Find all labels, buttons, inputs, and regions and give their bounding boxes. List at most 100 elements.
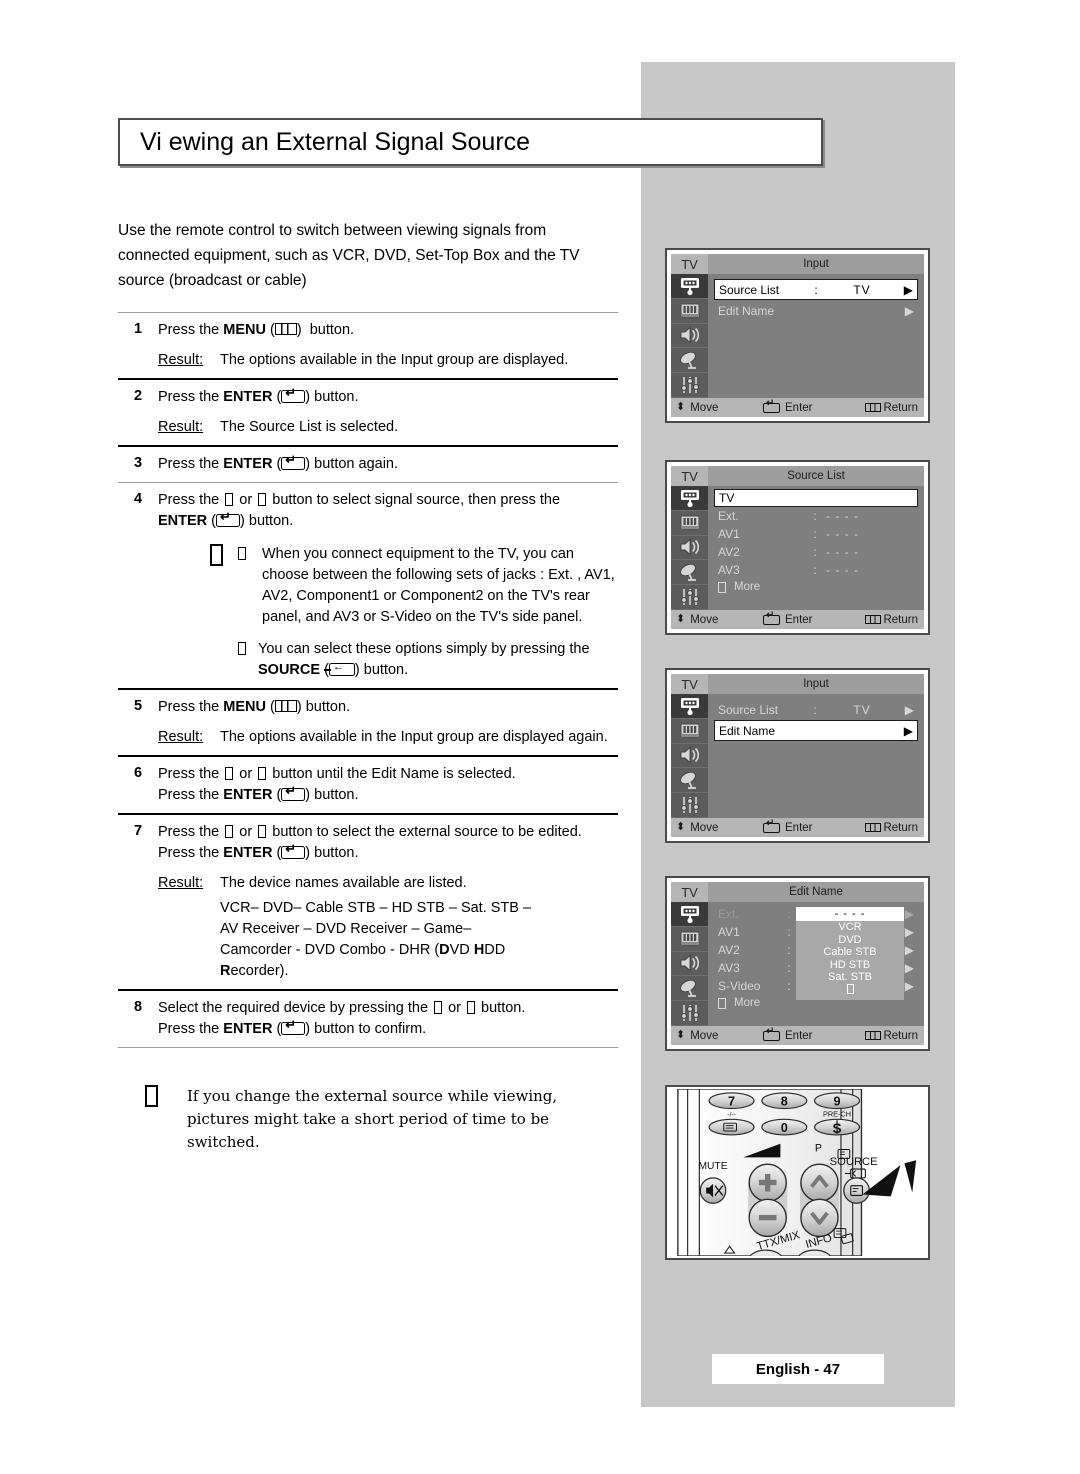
- enter-key-icon: [281, 453, 306, 470]
- osd-screen-input-edit-name: TV Input Source List: TV ▶ Edit Name ▶ …: [665, 668, 930, 843]
- sidebar-icon-input[interactable]: [671, 274, 708, 299]
- sidebar-icon-satellite[interactable]: [671, 560, 708, 586]
- osd-footer-move-label: Move: [690, 1029, 719, 1042]
- step-bold-key: MENU: [223, 699, 266, 715]
- dropdown-item-cable-stb[interactable]: Cable STB: [796, 946, 904, 959]
- up-down-arrow-icon: ⬍: [676, 613, 686, 625]
- remote-key-source[interactable]: [843, 1177, 870, 1204]
- up-down-arrow-icon: ⬍: [676, 821, 686, 833]
- osd-row-colon: :: [814, 282, 818, 297]
- osd-row-colon: :: [813, 545, 817, 559]
- osd-row-source-list[interactable]: Source List : TV ▶: [714, 699, 918, 720]
- osd-footer-enter-label: Enter: [785, 821, 813, 834]
- step-line2-pre: Press the: [158, 787, 224, 803]
- device-name-dropdown[interactable]: - - - - VCR DVD Cable STB HD STB Sat. ST…: [796, 907, 904, 1000]
- sidebar-icon-input[interactable]: [671, 902, 708, 927]
- dropdown-item-hd-stb[interactable]: HD STB: [796, 959, 904, 972]
- step-line2-post: button to confirm.: [310, 1021, 427, 1037]
- osd-row-label: Source List: [718, 702, 779, 717]
- osd-main: Ext. : ▶ AV1 : ▶ AV2 : ▶ AV3: ▶ S-Video…: [671, 902, 924, 1026]
- sidebar-icon-sound[interactable]: [671, 744, 708, 769]
- osd-row-value: - - - -: [826, 509, 859, 523]
- sidebar-icon-setup[interactable]: [671, 1001, 708, 1026]
- sidebar-icon-picture[interactable]: [671, 927, 708, 952]
- remote-label-pre-ch: PRE-CH: [823, 1109, 851, 1118]
- note-text-pre: You can select these options simply by p…: [258, 641, 590, 657]
- sidebar-icon-sound[interactable]: [671, 536, 708, 561]
- sidebar-icon-picture[interactable]: [671, 299, 708, 324]
- up-arrow-glyph-icon: [225, 825, 234, 838]
- step-text-pre: Press the: [158, 699, 224, 715]
- remote-key-channel-down[interactable]: [800, 1198, 839, 1238]
- note-marker: [145, 1085, 187, 1154]
- osd-row-value: TV: [853, 282, 871, 297]
- osd-row-av2[interactable]: AV2 : - - - -: [714, 543, 918, 561]
- sidebar-icon-satellite[interactable]: [671, 768, 708, 794]
- osd-row-ext[interactable]: Ext. : - - - -: [714, 507, 918, 525]
- osd-footer-return-label: Return: [883, 821, 918, 834]
- osd-row-value: - - - -: [826, 527, 859, 541]
- dropdown-selected[interactable]: - - - -: [796, 907, 904, 921]
- remote-key-7[interactable]: 7: [708, 1092, 755, 1110]
- osd-sidebar: [671, 486, 708, 610]
- osd-title: Input: [803, 258, 829, 270]
- dropdown-item-vcr[interactable]: VCR: [796, 921, 904, 934]
- dropdown-scroll-down-icon[interactable]: [796, 983, 904, 997]
- osd-row-tv[interactable]: TV: [714, 489, 918, 507]
- remote-key-mute[interactable]: [699, 1177, 727, 1204]
- dropdown-item-dvd[interactable]: DVD: [796, 934, 904, 947]
- step-number: 1: [133, 321, 143, 337]
- osd-title: Source List: [787, 470, 845, 482]
- osd-row-av3[interactable]: AV3 : - - - -: [714, 561, 918, 579]
- step-body: Press the ENTER () button again.: [158, 453, 618, 475]
- osd-row-edit-name[interactable]: Edit Name ▶: [714, 300, 918, 321]
- osd-row-source-list[interactable]: Source List : TV ▶: [714, 279, 918, 300]
- osd-main: Source List : TV ▶ Edit Name ▶: [671, 274, 924, 398]
- osd-footer-move-label: Move: [690, 821, 719, 834]
- svg-text:8: 8: [781, 1095, 788, 1109]
- device-line-2: AV Receiver – DVD Receiver – Game–: [220, 921, 472, 937]
- dropdown-item-sat-stb[interactable]: Sat. STB: [796, 971, 904, 984]
- step-body: Press the or button to select signal sou…: [158, 490, 618, 681]
- osd-footer-return-label: Return: [883, 613, 918, 626]
- osd-footer: ⬍ Move Enter Return: [671, 610, 924, 629]
- device-bold-r: R: [220, 963, 231, 979]
- remote-key-teletext[interactable]: [708, 1118, 755, 1136]
- remote-key-9[interactable]: 9: [814, 1092, 861, 1110]
- sidebar-icon-setup[interactable]: [671, 585, 708, 610]
- osd-body: TV Source List TV Ext.: - - - - AV1: -…: [671, 466, 924, 629]
- remote-key-volume-up[interactable]: [748, 1163, 787, 1202]
- sidebar-icon-input[interactable]: [671, 486, 708, 511]
- sidebar-icon-sound[interactable]: [671, 952, 708, 977]
- more-box-icon: [718, 581, 726, 593]
- osd-more-label: More: [734, 997, 761, 1009]
- sidebar-icon-input[interactable]: [671, 694, 708, 719]
- device-mid-vd: VD: [449, 942, 474, 958]
- osd-main: Source List : TV ▶ Edit Name ▶: [671, 694, 924, 818]
- osd-row-label: Ext.: [718, 907, 739, 921]
- osd-more-row[interactable]: More: [714, 579, 918, 595]
- remote-key-channel-up[interactable]: [800, 1163, 839, 1202]
- remote-key-8[interactable]: 8: [761, 1092, 808, 1110]
- sidebar-icon-picture[interactable]: [671, 511, 708, 536]
- sidebar-icon-setup[interactable]: [671, 373, 708, 398]
- osd-row-edit-name[interactable]: Edit Name ▶: [714, 720, 918, 741]
- osd-row-av1[interactable]: AV1 : - - - -: [714, 525, 918, 543]
- sidebar-icon-sound[interactable]: [671, 324, 708, 349]
- remote-key-volume-down[interactable]: [748, 1198, 787, 1238]
- osd-title: Input: [803, 678, 829, 690]
- osd-row-colon: :: [813, 702, 817, 717]
- osd-footer-enter: Enter: [763, 1027, 855, 1042]
- osd-screen-input-source-list: TV Input Source List: TV ▶ Edit Name ▶ …: [665, 248, 930, 423]
- osd-row-label: S-Video: [718, 979, 761, 993]
- steps-list: 1 Press the MENU () button. Result: The …: [118, 312, 618, 1048]
- sidebar-icon-satellite[interactable]: [671, 348, 708, 374]
- sidebar-icon-picture[interactable]: [671, 719, 708, 744]
- remote-key-0[interactable]: 0: [761, 1118, 808, 1136]
- sidebar-icon-setup[interactable]: [671, 793, 708, 818]
- step-text-post: button.: [310, 389, 359, 405]
- sidebar-icon-satellite[interactable]: [671, 976, 708, 1002]
- osd-tv-label: TV: [671, 466, 708, 486]
- menu-key-icon: [865, 403, 882, 412]
- bullet-marker: [236, 544, 262, 628]
